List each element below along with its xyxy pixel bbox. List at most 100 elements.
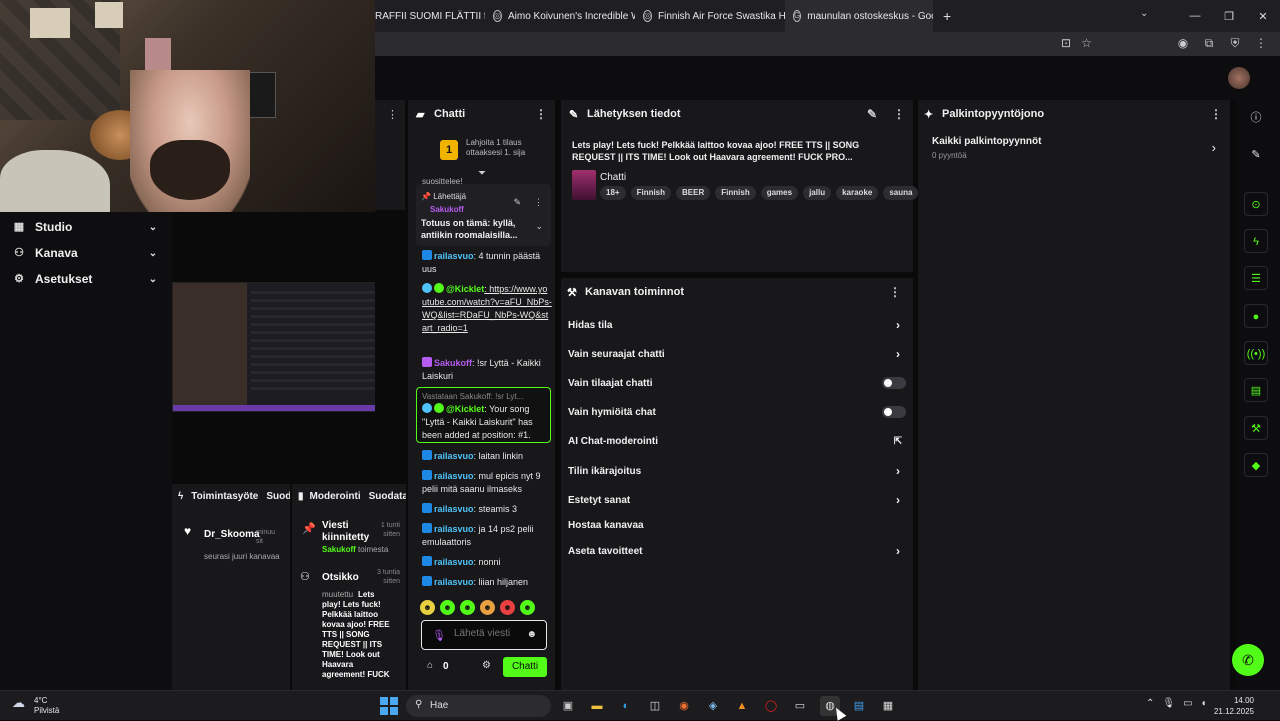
chat-message[interactable]: railasvuo: liian hiljanen [422, 576, 552, 589]
menu-dots-icon[interactable]: ⋮ [535, 107, 547, 121]
new-tab-button[interactable]: + [943, 8, 951, 24]
collapse-icon[interactable]: ⏷ [478, 168, 486, 179]
pin-icon[interactable]: ✎ [513, 197, 521, 208]
all-reward-requests[interactable]: Kaikki palkintopyynnöt 0 pyyntöä › [918, 130, 1230, 166]
gear-icon[interactable]: ⚙ [482, 660, 491, 671]
action-set-goals[interactable]: Aseta tavoitteet › [568, 540, 908, 562]
action-ai-moderation[interactable]: AI Chat-moderointi ⇱ [568, 430, 908, 452]
lightning-icon[interactable]: ϟ [1244, 229, 1268, 253]
send-chat-button[interactable]: Chatti [503, 657, 547, 677]
menu-dots-icon[interactable]: ⋮ [387, 108, 398, 121]
steam-icon[interactable]: ◈ [703, 696, 723, 716]
moderation-filter[interactable]: Suodata [369, 491, 406, 502]
action-banned-words[interactable]: Estetyt sanat › [568, 489, 908, 511]
app-icon[interactable]: ▤ [849, 696, 869, 716]
chat-message[interactable]: railasvuo: laitan linkin [422, 450, 552, 463]
nav-asetukset[interactable]: ⚙ Asetukset ⌄ [0, 266, 172, 292]
target-icon[interactable]: ⊙ [1244, 192, 1268, 216]
menu-dots-icon[interactable]: ⋮ [889, 285, 901, 299]
microphone-icon[interactable]: 🎙 [1162, 698, 1175, 709]
emote-icon[interactable]: ☻ [420, 600, 435, 615]
action-slow-mode[interactable]: Hidas tila › [568, 314, 908, 336]
task-view-icon[interactable]: ▣ [558, 696, 578, 716]
microphone-icon[interactable]: 🎙 [432, 629, 446, 642]
menu-dots-icon[interactable]: ⋮ [1254, 36, 1268, 51]
chevron-down-icon[interactable]: ⌄ [535, 221, 543, 232]
shield-icon[interactable]: ⛨ [1228, 36, 1242, 51]
chat-message[interactable]: railasvuo: mul epicis nyt 9 pelii mitä s… [422, 470, 552, 496]
browser-tab[interactable]: ◎ Finnish Air Force Swastika Histo × [635, 0, 785, 32]
broadcast-icon[interactable]: ((•)) [1244, 341, 1268, 365]
store-icon[interactable]: ◫ [645, 696, 665, 716]
action-age-restriction[interactable]: Tilin ikärajoitus › [568, 460, 908, 482]
action-followers-only[interactable]: Vain seuraajat chatti › [568, 343, 908, 365]
tag: sauna [883, 186, 919, 200]
vlc-icon[interactable]: ▲ [732, 696, 752, 716]
store-icon[interactable]: ⌂ [427, 660, 433, 671]
chat-input[interactable] [454, 628, 524, 639]
folder-icon[interactable]: ▬ [587, 696, 607, 716]
terminal-icon[interactable]: ▭ [790, 696, 810, 716]
nav-kanava[interactable]: ⚇ Kanava ⌄ [0, 240, 172, 266]
minimize-icon[interactable]: — [1178, 10, 1212, 22]
chat-message[interactable]: railasvuo: steamis 3 [422, 503, 552, 516]
collapsed-panel: ⋮ [375, 100, 405, 210]
action-host-channel[interactable]: Hostaa kanavaa [568, 514, 908, 536]
subscribers-only-toggle[interactable] [882, 377, 906, 389]
emote-icon[interactable]: ☻ [500, 600, 515, 615]
chevron-up-icon[interactable]: ⌃ [1146, 698, 1154, 709]
chat-message[interactable]: railasvuo: nonni [422, 556, 552, 569]
chat-message[interactable]: railasvuo: ja 14 ps2 pelii emulaattoris [422, 523, 552, 549]
emote-icon[interactable]: ☻ [440, 600, 455, 615]
chat-message[interactable]: Sakukoff: !sr Lyttä - Kaikki Laiskuri [422, 357, 552, 383]
menu-dots-icon[interactable]: ⋮ [893, 107, 905, 121]
edit-icon[interactable]: ✎ [1244, 143, 1268, 167]
extensions-icon[interactable]: ⧉ [1202, 36, 1216, 51]
pinned-message[interactable]: 📌 Lähettäjä ✎ ⋮ Sakukoff Totuus on tämä:… [416, 184, 551, 246]
chat-input-box[interactable]: 🎙 ☻ [421, 620, 547, 650]
clock[interactable]: 14.00 21.12.2025 [1214, 695, 1254, 717]
account-icon[interactable]: ◉ [1176, 36, 1190, 51]
screenshot-icon[interactable]: ⊡ [1061, 36, 1071, 50]
chevron-down-icon[interactable]: ⌄ [1140, 8, 1148, 19]
browser-tab[interactable]: ◎ Aimo Koivunen's Incredible WW × [485, 0, 635, 32]
wrench-icon[interactable]: ⚒ [1244, 416, 1268, 440]
browser-tab[interactable]: RAFFII SUOMI FLÄTTII fe × [375, 0, 485, 32]
nav-studio[interactable]: ▦ Studio ⌄ [0, 214, 172, 240]
list-icon[interactable]: ☰ [1244, 266, 1268, 290]
emote-icon[interactable]: ☻ [480, 600, 495, 615]
stream-preview[interactable] [172, 282, 406, 412]
network-icon[interactable]: ▭ [1183, 698, 1192, 709]
calculator-icon[interactable]: ▦ [878, 696, 898, 716]
close-window-icon[interactable]: ✕ [1246, 10, 1280, 23]
support-chat-button[interactable]: ✆ [1232, 644, 1264, 676]
widgets-icon[interactable]: ◆ [1244, 453, 1268, 477]
google-icon: G [793, 10, 802, 22]
avatar[interactable] [1228, 67, 1250, 89]
firefox-icon[interactable]: ◉ [674, 696, 694, 716]
layout-icon[interactable]: ▤ [1244, 378, 1268, 402]
browser-tab-active[interactable]: G maunulan ostoskeskus - Google × [785, 0, 933, 32]
bookmark-star-icon[interactable]: ☆ [1081, 36, 1092, 50]
volume-icon[interactable]: ◖ [1201, 698, 1207, 709]
start-button[interactable] [380, 697, 398, 715]
chat-message[interactable]: railasvuo: 4 tunnin päästä uus [422, 250, 552, 276]
category-name[interactable]: Chatti [600, 172, 626, 183]
emoji-icon[interactable]: ☻ [526, 629, 537, 640]
emote-icon[interactable]: ☻ [520, 600, 535, 615]
edge-icon[interactable]: ◐ [616, 696, 636, 716]
emote-icon[interactable]: ☻ [460, 600, 475, 615]
chat-message[interactable]: @Kicklet: https://www.youtube.com/watch?… [422, 283, 552, 335]
menu-dots-icon[interactable]: ⋮ [534, 197, 543, 208]
restore-icon[interactable]: ❐ [1212, 10, 1246, 23]
reply-message[interactable]: Vastataan Sakukoff: !sr Lyt... @Kicklet:… [416, 387, 551, 443]
gift-sub-banner[interactable]: 1 Lahjoita 1 tilaus ottaaksesi 1. sija [440, 138, 550, 168]
chat-icon[interactable]: ● [1244, 304, 1268, 328]
opera-icon[interactable]: ◯ [761, 696, 781, 716]
emotes-only-toggle[interactable] [882, 406, 906, 418]
edit-icon[interactable]: ✎ [867, 107, 877, 121]
taskbar-search[interactable]: ⚲ Hae [406, 695, 551, 717]
info-icon[interactable]: ⓘ [1244, 106, 1268, 130]
menu-dots-icon[interactable]: ⋮ [1210, 107, 1222, 121]
activity-filter[interactable]: Suod [266, 491, 290, 502]
